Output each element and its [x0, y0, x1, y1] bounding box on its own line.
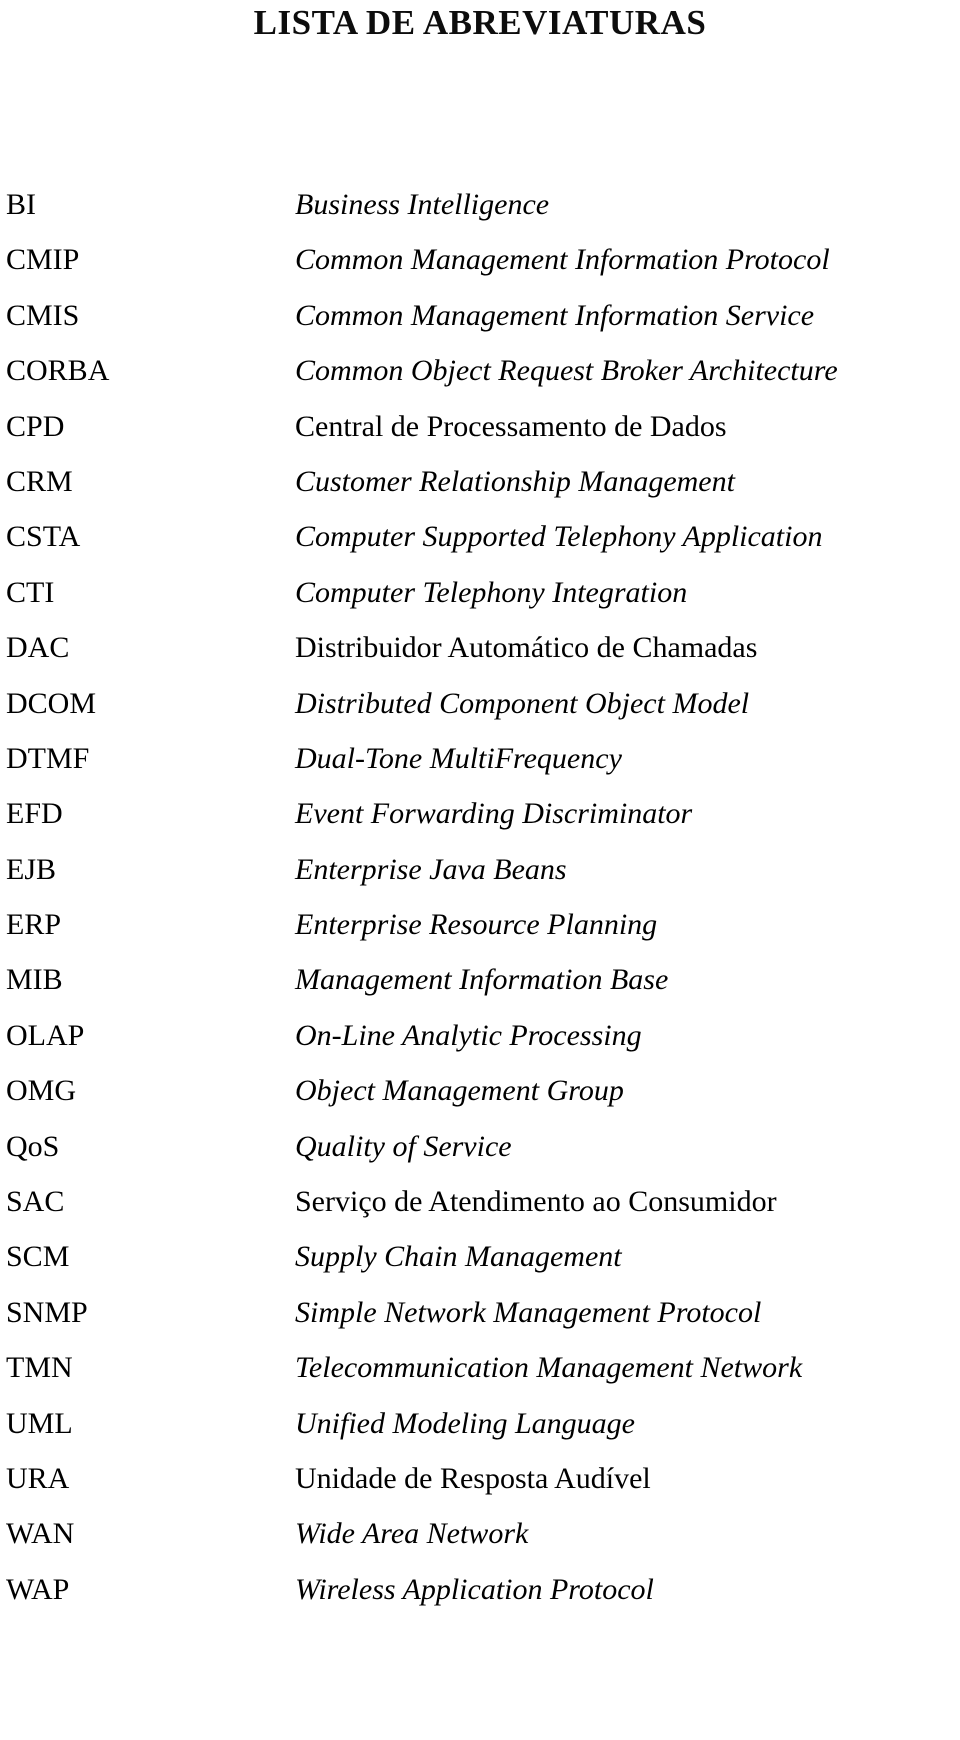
abbreviation-definition: Enterprise Resource Planning: [295, 908, 658, 942]
abbreviation-row: URA Unidade de Resposta Audível: [0, 1460, 960, 1515]
abbreviation-row: CSTA Computer Supported Telephony Applica…: [0, 518, 960, 573]
abbreviation-definition: Serviço de Atendimento ao Consumidor: [295, 1185, 777, 1219]
abbreviation-definition: Unidade de Resposta Audível: [295, 1461, 651, 1495]
abbreviation-row: CMIP Common Management Information Protoc…: [0, 241, 960, 296]
abbreviation-definition: On-Line Analytic Processing: [295, 1018, 642, 1052]
abbreviation-row: SNMP Simple Network Management Protocol: [0, 1294, 960, 1349]
abbreviation-definition: Wireless Application Protocol: [295, 1572, 654, 1606]
abbreviation-definition: Simple Network Management Protocol: [295, 1295, 762, 1329]
abbreviation-definition: Supply Chain Management: [295, 1240, 622, 1274]
abbreviation-row: CRM Customer Relationship Management: [0, 463, 960, 518]
abbreviation-list: BI Business Intelligence CMIP Common Manage…: [0, 186, 960, 1626]
abbreviation-row: BI Business Intelligence: [0, 186, 960, 241]
abbreviation-term: CMIP: [6, 243, 80, 277]
abbreviation-row: ERP Enterprise Resource Planning: [0, 906, 960, 961]
abbreviation-definition: Enterprise Java Beans: [295, 852, 567, 886]
abbreviation-term: WAN: [6, 1517, 75, 1551]
abbreviation-term: SNMP: [6, 1295, 88, 1329]
abbreviation-term: EFD: [6, 797, 63, 831]
abbreviation-row: DCOM Distributed Component Object Model: [0, 685, 960, 740]
abbreviation-row: CORBA Common Object Request Broker Archit…: [0, 352, 960, 407]
abbreviation-term: CTI: [6, 575, 55, 609]
abbreviation-row: WAN Wide Area Network: [0, 1515, 960, 1570]
abbreviation-row: CPD Central de Processamento de Dados: [0, 408, 960, 463]
abbreviation-row: CMIS Common Management Information Servic…: [0, 297, 960, 352]
page-title: LISTA DE ABREVIATURAS: [253, 3, 707, 42]
abbreviation-definition: Common Management Information Protocol: [295, 243, 830, 277]
abbreviation-definition: Dual-Tone MultiFrequency: [295, 741, 622, 775]
abbreviation-term: CPD: [6, 409, 65, 443]
abbreviation-definition: Telecommunication Management Network: [295, 1351, 803, 1385]
abbreviation-term: OLAP: [6, 1018, 85, 1052]
abbreviation-row: EJB Enterprise Java Beans: [0, 851, 960, 906]
abbreviation-row: TMN Telecommunication Management Network: [0, 1349, 960, 1404]
abbreviation-row: SCM Supply Chain Management: [0, 1238, 960, 1293]
abbreviation-term: CORBA: [6, 354, 110, 388]
abbreviation-term: CSTA: [6, 520, 81, 554]
abbreviation-definition: Wide Area Network: [295, 1517, 529, 1551]
abbreviation-term: QoS: [6, 1129, 60, 1163]
abbreviation-term: OMG: [6, 1074, 77, 1108]
abbreviation-definition: Common Object Request Broker Architectur…: [295, 354, 838, 388]
abbreviation-term: WAP: [6, 1572, 70, 1606]
abbreviation-row: CTI Computer Telephony Integration: [0, 574, 960, 629]
abbreviation-row: OLAP On-Line Analytic Processing: [0, 1017, 960, 1072]
abbreviation-term: ERP: [6, 908, 62, 942]
abbreviation-definition: Object Management Group: [295, 1074, 624, 1108]
abbreviation-term: SCM: [6, 1240, 70, 1274]
abbreviation-row: UML Unified Modeling Language: [0, 1405, 960, 1460]
abbreviation-definition: Computer Supported Telephony Application: [295, 520, 823, 554]
abbreviation-term: TMN: [6, 1351, 73, 1385]
abbreviation-definition: Computer Telephony Integration: [295, 575, 688, 609]
abbreviation-term: DTMF: [6, 741, 90, 775]
abbreviation-definition: Event Forwarding Discriminator: [295, 797, 693, 831]
abbreviation-term: CRM: [6, 464, 73, 498]
abbreviation-definition: Distributed Component Object Model: [295, 686, 750, 720]
abbreviation-row: EFD Event Forwarding Discriminator: [0, 795, 960, 850]
abbreviation-row: MIB Management Information Base: [0, 961, 960, 1016]
abbreviation-term: DCOM: [6, 686, 97, 720]
abbreviation-term: UML: [6, 1406, 73, 1440]
abbreviation-definition: Business Intelligence: [295, 188, 550, 221]
abbreviation-definition: Central de Processamento de Dados: [295, 409, 727, 443]
abbreviation-definition: Management Information Base: [295, 963, 669, 997]
abbreviation-term: BI: [6, 188, 36, 221]
abbreviation-definition: Distribuidor Automático de Chamadas: [295, 631, 758, 665]
abbreviation-row: DTMF Dual-Tone MultiFrequency: [0, 740, 960, 795]
abbreviation-term: URA: [6, 1461, 70, 1495]
document-page: LISTA DE ABREVIATURAS BI Business Intelli…: [0, 0, 960, 1740]
abbreviation-row: OMG Object Management Group: [0, 1072, 960, 1127]
abbreviation-term: DAC: [6, 631, 70, 665]
abbreviation-definition: Unified Modeling Language: [295, 1406, 635, 1440]
abbreviation-definition: Quality of Service: [295, 1129, 512, 1163]
abbreviation-term: SAC: [6, 1185, 65, 1219]
abbreviation-definition: Customer Relationship Management: [295, 464, 735, 498]
abbreviation-term: EJB: [6, 852, 57, 886]
abbreviation-row: WAP Wireless Application Protocol: [0, 1571, 960, 1626]
abbreviation-term: CMIS: [6, 298, 80, 332]
abbreviation-row: DAC Distribuidor Automático de Chamadas: [0, 629, 960, 684]
abbreviation-definition: Common Management Information Service: [295, 298, 815, 332]
abbreviation-row: QoS Quality of Service: [0, 1128, 960, 1183]
abbreviation-term: MIB: [6, 963, 63, 997]
abbreviation-row: SAC Serviço de Atendimento ao Consumidor: [0, 1183, 960, 1238]
